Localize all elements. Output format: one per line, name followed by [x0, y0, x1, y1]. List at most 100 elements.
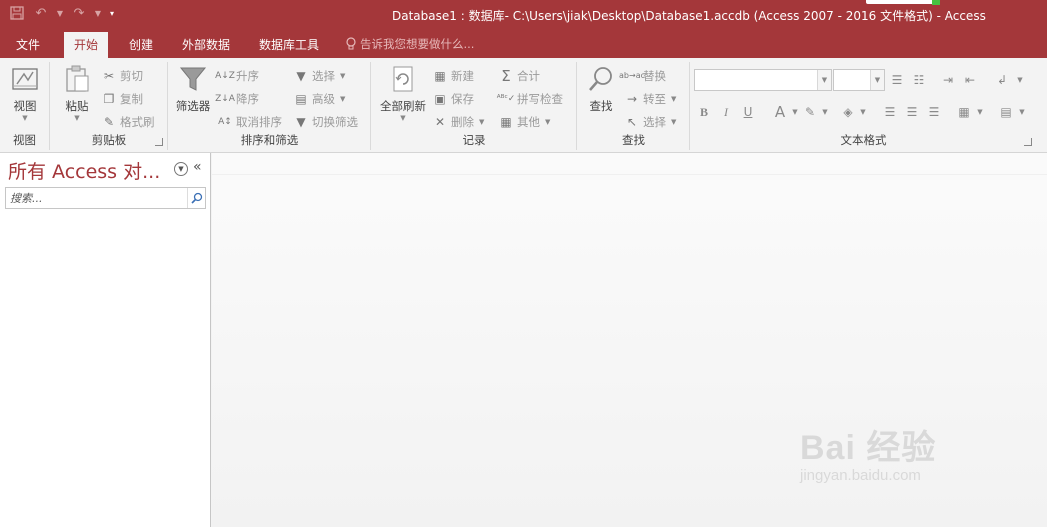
lightbulb-icon	[346, 37, 356, 50]
numbering-icon[interactable]: ☷	[910, 70, 928, 90]
ribbon: 视图 ▼ 视图 粘贴 ▼ ✂ 剪切 ❐ 复制 ✎ 格式刷 剪贴板 筛选器 A↓Z 升序 …	[0, 58, 1047, 153]
totals-button[interactable]: Σ 合计	[498, 66, 540, 86]
redo-icon[interactable]: ↷	[68, 3, 90, 23]
funnel-icon	[179, 67, 207, 91]
font-size-dropdown-icon[interactable]: ▼	[870, 70, 884, 90]
cut-button[interactable]: ✂ 剪切	[101, 66, 143, 86]
refresh-all-button[interactable]: 全部刷新 ▼	[376, 64, 430, 122]
clear-sort-icon: A↕	[218, 117, 232, 127]
new-record-icon: ▦	[434, 69, 446, 83]
replace-icon: ab→ac	[619, 71, 645, 80]
paragraph-dropdown-icon[interactable]: ▼	[1011, 70, 1029, 90]
text-format-launcher-icon[interactable]	[1024, 138, 1032, 146]
customize-qat-icon[interactable]: ▾	[106, 3, 118, 23]
align-right-icon[interactable]: ☰	[925, 102, 943, 122]
filter-button[interactable]: 筛选器	[173, 64, 213, 114]
paste-dropdown-icon: ▼	[74, 114, 80, 122]
selection-button[interactable]: ▼ 选择 ▼	[293, 66, 345, 86]
format-painter-button[interactable]: ✎ 格式刷	[101, 112, 155, 132]
title-bar: ↶ ▼ ↷ ▼ ▾ Database1 : 数据库- C:\Users\jiak…	[0, 0, 1047, 30]
more-icon: ▦	[500, 115, 512, 129]
sort-ascending-button[interactable]: A↓Z 升序	[215, 66, 259, 86]
goto-dropdown-icon: ▼	[671, 95, 677, 103]
align-left-icon[interactable]: ☰	[881, 102, 899, 122]
group-label-text-format: 文本格式	[840, 133, 887, 147]
font-size-combo[interactable]: ▼	[833, 69, 885, 91]
tell-me-box[interactable]: 告诉我您想要做什么...	[346, 36, 474, 52]
search-icon[interactable]	[187, 188, 205, 208]
navigation-pane: 所有 Access 对... ▼ «	[0, 153, 211, 527]
delete-icon: ✕	[434, 115, 446, 129]
gridlines-dropdown-icon[interactable]: ▼	[971, 102, 989, 122]
collapse-pane-icon[interactable]: «	[193, 159, 202, 175]
save-icon[interactable]	[6, 3, 28, 23]
group-text-format: ▼ ▼ ☰ ☷ ⇥ ⇤ ↲ ▼ B I U A ▼ ✎ ▼ ◈ ▼ ☰ ☰ ☰ …	[691, 62, 1036, 150]
italic-icon[interactable]: I	[717, 102, 735, 122]
nav-menu-dropdown-icon[interactable]: ▼	[174, 162, 188, 176]
toggle-filter-button[interactable]: ▼ 切换筛选	[293, 112, 358, 132]
view-button[interactable]: 视图 ▼	[8, 64, 42, 122]
paragraph-direction-icon[interactable]: ↲	[993, 70, 1011, 90]
tab-external-data[interactable]: 外部数据	[172, 32, 240, 58]
sort-asc-icon: A↓Z	[215, 71, 235, 81]
new-record-button[interactable]: ▦ 新建	[432, 66, 474, 86]
view-icon	[12, 68, 38, 90]
sort-descending-button[interactable]: Z↓A 降序	[215, 89, 259, 109]
delete-dropdown-icon: ▼	[479, 118, 485, 126]
advanced-button[interactable]: ▤ 高级 ▼	[293, 89, 345, 109]
spelling-button[interactable]: ᴬᴮᶜ✓ 拼写检查	[496, 89, 563, 109]
quick-access-toolbar: ↶ ▼ ↷ ▼ ▾	[6, 3, 118, 23]
font-name-combo[interactable]: ▼	[694, 69, 832, 91]
tab-home[interactable]: 开始	[64, 32, 109, 58]
replace-button[interactable]: ab→ac 替换	[619, 66, 666, 86]
copy-button[interactable]: ❐ 复制	[101, 89, 143, 109]
bullets-icon[interactable]: ☰	[888, 70, 906, 90]
spelling-icon: ᴬᴮᶜ✓	[496, 94, 516, 104]
more-dropdown-icon: ▼	[545, 118, 551, 126]
save-record-icon: ▣	[434, 92, 446, 106]
nav-pane-title[interactable]: 所有 Access 对...	[8, 157, 160, 184]
window-title: Database1 : 数据库- C:\Users\jiak\Desktop\D…	[392, 9, 986, 23]
magnifier-icon	[589, 67, 612, 91]
clipboard-launcher-icon[interactable]	[155, 138, 163, 146]
underline-icon[interactable]: U	[739, 102, 757, 122]
decrease-indent-icon[interactable]: ⇤	[961, 70, 979, 90]
toggle-filter-icon: ▼	[296, 115, 306, 129]
increase-indent-icon[interactable]: ⇥	[939, 70, 957, 90]
tab-create[interactable]: 创建	[119, 32, 163, 58]
paste-button[interactable]: 粘贴 ▼	[59, 64, 95, 122]
nav-search-input[interactable]	[6, 188, 186, 208]
find-button[interactable]: 查找	[584, 64, 618, 114]
group-label-sort-filter: 排序和筛选	[240, 133, 299, 147]
refresh-dropdown-icon: ▼	[400, 114, 406, 122]
font-name-dropdown-icon[interactable]: ▼	[817, 70, 831, 90]
group-sort-filter: 筛选器 A↓Z 升序 Z↓A 降序 A↕ 取消排序 ▼ 选择 ▼ ▤ 高级 ▼ ▼ 切换筛选 排…	[169, 62, 371, 150]
group-find: 查找 ab→ac 替换 → 转至 ▼ ↖ 选择 ▼ 查找	[578, 62, 690, 150]
redo-dropdown-icon[interactable]: ▼	[92, 3, 104, 23]
goto-button[interactable]: → 转至 ▼	[624, 89, 676, 109]
alternate-row-dropdown-icon[interactable]: ▼	[1013, 102, 1031, 122]
advanced-filter-icon: ▤	[295, 92, 307, 106]
tab-database-tools[interactable]: 数据库工具	[249, 32, 329, 58]
tell-me-text: 告诉我您想要做什么...	[360, 37, 475, 51]
scissors-icon: ✂	[103, 69, 115, 83]
highlight-dropdown-icon[interactable]: ▼	[816, 102, 834, 122]
copy-icon: ❐	[103, 92, 115, 106]
document-tab-strip	[212, 153, 1047, 175]
tab-file[interactable]: 文件	[6, 32, 50, 58]
group-label-find: 查找	[622, 133, 645, 147]
save-record-button[interactable]: ▣ 保存	[432, 89, 474, 109]
clear-sort-button[interactable]: A↕ 取消排序	[217, 112, 282, 132]
select-button[interactable]: ↖ 选择 ▼	[624, 112, 676, 132]
sort-desc-icon: Z↓A	[215, 94, 235, 104]
more-button[interactable]: ▦ 其他 ▼	[498, 112, 550, 132]
fill-color-dropdown-icon[interactable]: ▼	[854, 102, 872, 122]
undo-dropdown-icon[interactable]: ▼	[54, 3, 66, 23]
undo-icon[interactable]: ↶	[30, 3, 52, 23]
align-center-icon[interactable]: ☰	[903, 102, 921, 122]
delete-record-button[interactable]: ✕ 删除 ▼	[432, 112, 484, 132]
bold-icon[interactable]: B	[695, 102, 713, 122]
group-clipboard: 粘贴 ▼ ✂ 剪切 ❐ 复制 ✎ 格式刷 剪贴板	[51, 62, 168, 150]
group-label-clipboard: 剪贴板	[91, 133, 127, 147]
group-label-records: 记录	[462, 133, 486, 147]
